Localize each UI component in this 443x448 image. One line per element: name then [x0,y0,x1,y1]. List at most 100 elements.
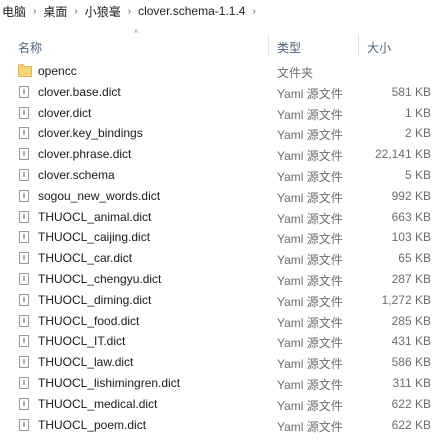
file-icon [19,418,29,431]
file-icon [19,106,29,119]
file-icon [19,85,29,98]
file-type: Yaml 源文件 [277,211,343,226]
file-icon [19,397,29,410]
file-size: 1 KB [404,105,431,120]
chevron-right-icon[interactable]: › [28,6,41,17]
file-row[interactable]: THUOCL_medical.dict Yaml 源文件 622 KB [0,394,443,415]
folder-icon [18,64,32,77]
breadcrumb-item-pc[interactable]: 电脑 [0,3,28,20]
file-type: Yaml 源文件 [277,377,343,392]
file-name: THUOCL_car.dict [38,251,133,266]
file-size: 285 KB [391,313,431,328]
breadcrumb-item-desktop[interactable]: 桌面 [41,3,69,20]
file-list: opencc 文件夹 clover.base.dict Yaml 源文件 581 KB c… [0,61,443,435]
file-type: 文件夹 [277,66,314,80]
file-name: THUOCL_law.dict [38,355,134,370]
file-row[interactable]: THUOCL_lishimingren.dict Yaml 源文件 311 KB [0,373,443,394]
file-name: THUOCL_poem.dict [38,417,147,432]
file-icon [19,231,29,244]
file-row[interactable]: sogou_new_words.dict Yaml 源文件 992 KB [0,186,443,207]
file-type: Yaml 源文件 [277,107,343,122]
chevron-right-icon[interactable]: › [123,6,136,17]
file-type: Yaml 源文件 [277,86,343,101]
file-name: THUOCL_medical.dict [38,396,158,411]
file-row[interactable]: clover.phrase.dict Yaml 源文件 22,141 KB [0,144,443,165]
file-type: Yaml 源文件 [277,315,343,330]
file-size: 622 KB [391,396,431,411]
file-type: Yaml 源文件 [277,253,343,268]
file-size: 311 KB [392,375,431,390]
file-icon [19,127,29,140]
breadcrumb-item-clover-schema[interactable]: clover.schema-1.1.4 [136,4,247,18]
file-type: Yaml 源文件 [277,336,343,351]
file-size: 622 KB [391,417,431,432]
breadcrumb-item-weasel[interactable]: 小狼毫 [83,3,123,20]
file-row[interactable]: THUOCL_chengyu.dict Yaml 源文件 287 KB [0,269,443,290]
file-icon [19,168,29,181]
file-row[interactable]: THUOCL_car.dict Yaml 源文件 65 KB [0,248,443,269]
file-icon [19,272,29,285]
file-row[interactable]: THUOCL_diming.dict Yaml 源文件 1,272 KB [0,290,443,311]
column-header-bar: ^ 名称 类型 大小 [0,26,443,62]
file-type: Yaml 源文件 [277,149,343,164]
file-row[interactable]: THUOCL_animal.dict Yaml 源文件 663 KB [0,207,443,228]
file-name: clover.base.dict [38,84,121,99]
file-type: Yaml 源文件 [277,273,343,288]
file-type: Yaml 源文件 [277,419,343,434]
chevron-right-icon[interactable]: › [69,6,82,17]
file-size: 5 KB [404,167,431,182]
file-type: Yaml 源文件 [277,294,343,309]
file-type: Yaml 源文件 [277,398,343,413]
file-icon [19,210,29,223]
file-name: THUOCL_food.dict [38,313,140,328]
file-row[interactable]: clover.schema Yaml 源文件 5 KB [0,165,443,186]
file-row[interactable]: THUOCL_law.dict Yaml 源文件 586 KB [0,352,443,373]
file-row[interactable]: clover.base.dict Yaml 源文件 581 KB [0,82,443,103]
column-header-size[interactable]: 大小 [367,39,391,56]
file-icon [19,148,29,161]
chevron-right-icon[interactable]: › [247,6,260,17]
file-type: Yaml 源文件 [277,128,343,143]
file-size: 2 KB [404,126,431,141]
file-icon [19,252,29,265]
file-icon [19,356,29,369]
file-type: Yaml 源文件 [277,169,343,184]
file-icon [19,335,29,348]
file-row[interactable]: THUOCL_IT.dict Yaml 源文件 431 KB [0,331,443,352]
file-row[interactable]: THUOCL_poem.dict Yaml 源文件 622 KB [0,415,443,436]
file-size: 581 KB [391,84,431,99]
file-row[interactable]: THUOCL_caijing.dict Yaml 源文件 103 KB [0,227,443,248]
sort-ascending-icon: ^ [134,28,139,38]
file-size: 431 KB [391,334,431,349]
file-size: 586 KB [391,355,431,370]
file-name: clover.key_bindings [38,126,143,141]
column-header-name[interactable]: 名称 [18,39,42,56]
column-divider[interactable] [268,34,269,56]
file-row[interactable]: clover.key_bindings Yaml 源文件 2 KB [0,123,443,144]
column-header-type[interactable]: 类型 [277,39,301,56]
file-icon [19,376,29,389]
file-row[interactable]: clover.dict Yaml 源文件 1 KB [0,103,443,124]
file-size: 287 KB [391,271,431,286]
file-size: 65 KB [398,251,431,266]
file-size: 103 KB [391,230,431,245]
file-type: Yaml 源文件 [277,232,343,247]
file-type: Yaml 源文件 [277,357,343,372]
folder-row[interactable]: opencc 文件夹 [0,61,443,82]
file-icon [19,314,29,327]
file-size: 663 KB [391,209,431,224]
file-name: opencc [38,64,77,78]
file-name: THUOCL_chengyu.dict [38,271,162,286]
file-size: 992 KB [391,188,431,203]
file-row[interactable]: THUOCL_food.dict Yaml 源文件 285 KB [0,311,443,332]
file-icon [19,189,29,202]
file-name: THUOCL_animal.dict [38,209,152,224]
file-size: 22,141 KB [374,147,431,162]
column-divider[interactable] [358,34,359,56]
file-size: 1,272 KB [381,292,431,307]
file-name: THUOCL_IT.dict [38,334,126,349]
file-name: clover.phrase.dict [38,147,132,162]
file-type: Yaml 源文件 [277,190,343,205]
breadcrumb: 电脑 › 桌面 › 小狼毫 › clover.schema-1.1.4 › [0,0,443,22]
file-icon [19,293,29,306]
